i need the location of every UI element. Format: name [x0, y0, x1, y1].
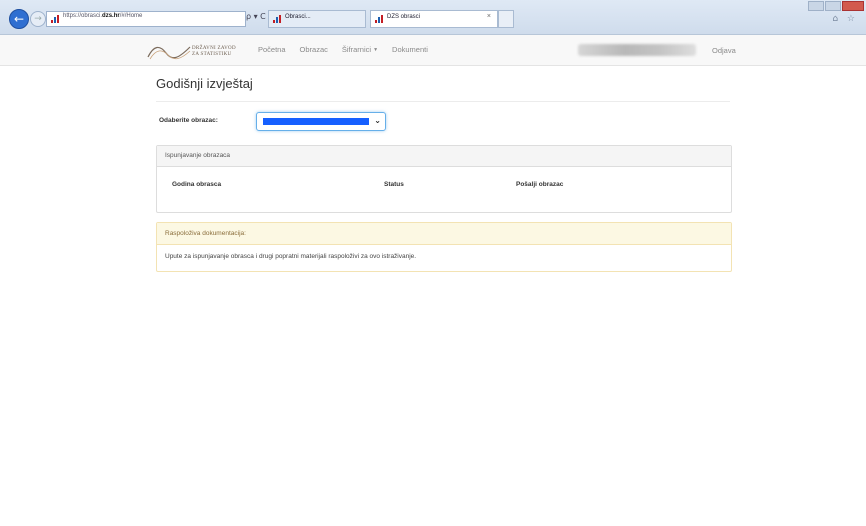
menu-item-sifrarnici[interactable]: Šifrarnici ▼	[342, 45, 378, 54]
app-navbar: DRŽAVNI ZAVOD ZA STATISTIKU Početna Obra…	[0, 35, 866, 66]
site-favicon-icon	[51, 15, 59, 23]
documentation-panel-heading: Raspoloživa dokumentacija:	[157, 223, 731, 245]
tab-close-icon[interactable]: ×	[487, 13, 491, 20]
forms-panel-title: Ispunjavanje obrazaca	[165, 152, 231, 159]
address-url: https://obrasci.dzs.hr/#/Home	[63, 13, 143, 19]
logout-link[interactable]: Odjava	[712, 46, 736, 55]
logo-text: DRŽAVNI ZAVOD ZA STATISTIKU	[192, 46, 236, 57]
menu-item-pocetna[interactable]: Početna	[258, 45, 286, 54]
address-search-refresh-icons[interactable]: ρ ▾ C	[246, 12, 266, 21]
column-header-status: Status	[384, 181, 404, 188]
caret-down-icon: ▼	[373, 47, 379, 53]
blurred-user-name	[578, 44, 696, 56]
close-window-button[interactable]	[842, 1, 864, 11]
forms-panel-heading: Ispunjavanje obrazaca	[157, 146, 731, 167]
tab-favicon-icon	[273, 15, 281, 23]
logo-wave-icon	[147, 46, 191, 60]
maximize-button[interactable]	[825, 1, 841, 11]
column-header-send: Pošalji obrazac	[516, 181, 564, 188]
main-menu: Početna Obrazac Šifrarnici ▼ Dokumenti	[258, 45, 428, 54]
form-select-dropdown[interactable]: ⌄	[256, 112, 386, 131]
title-divider	[156, 101, 730, 102]
home-favorites-icons[interactable]: ⌂ ☆	[832, 14, 858, 24]
menu-item-obrazac[interactable]: Obrazac	[300, 45, 328, 54]
tab-favicon-icon	[375, 15, 383, 23]
selected-option-highlight	[263, 118, 369, 125]
documentation-panel-title: Raspoloživa dokumentacija:	[165, 230, 246, 237]
form-select-label: Odaberite obrazac:	[159, 117, 218, 124]
tab-title: DZS obrasci	[387, 14, 421, 20]
forward-arrow-icon[interactable]: →	[30, 11, 46, 27]
browser-tab-obrasci[interactable]: Obrasci...	[268, 10, 366, 28]
browser-tab-dzs-obrasci[interactable]: DZS obrasci ×	[370, 10, 498, 28]
new-tab-button[interactable]	[498, 10, 514, 28]
address-bar[interactable]: https://obrasci.dzs.hr/#/Home	[46, 11, 246, 27]
browser-chrome: ← → https://obrasci.dzs.hr/#/Home ρ ▾ C …	[0, 0, 866, 35]
window-controls	[807, 1, 864, 11]
minimize-button[interactable]	[808, 1, 824, 11]
documentation-panel: Raspoloživa dokumentacija: Upute za ispu…	[156, 222, 732, 272]
documentation-text: Upute za ispunjavanje obrasca i drugi po…	[165, 253, 417, 260]
menu-item-dokumenti[interactable]: Dokumenti	[392, 45, 428, 54]
column-header-year: Godina obrasca	[172, 181, 222, 188]
page-title: Godišnji izvještaj	[156, 76, 253, 91]
forms-panel: Ispunjavanje obrazaca Godina obrasca Sta…	[156, 145, 732, 213]
back-arrow-icon[interactable]: ←	[9, 9, 29, 29]
chevron-down-icon: ⌄	[374, 116, 381, 125]
tab-title: Obrasci...	[285, 14, 311, 20]
dzs-logo[interactable]: DRŽAVNI ZAVOD ZA STATISTIKU	[146, 41, 244, 61]
